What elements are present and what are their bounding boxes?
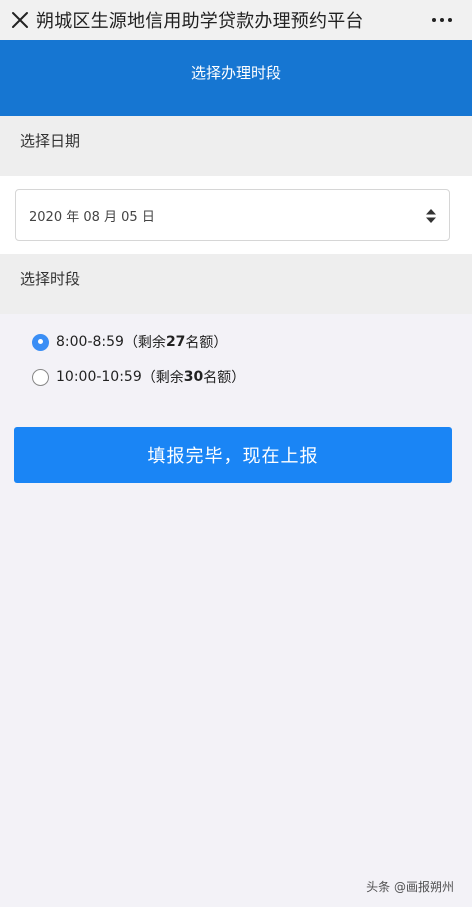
date-select[interactable]: 2020 年 08 月 05 日 — [15, 189, 450, 241]
time-section-label: 选择时段 — [0, 254, 472, 314]
submit-button[interactable]: 填报完毕，现在上报 — [14, 427, 452, 483]
time-slot-count: 30 — [183, 369, 204, 385]
time-slot-time: 8:00-8:59 — [56, 334, 124, 350]
more-dots-icon — [432, 18, 436, 22]
date-section-label: 选择日期 — [0, 116, 472, 176]
close-button[interactable] — [0, 0, 40, 40]
time-slot-count: 27 — [165, 334, 186, 350]
watermark: 头条 @画报朔州 — [366, 880, 454, 894]
page-title: 选择办理时段 — [190, 64, 281, 82]
radio-checked-icon[interactable] — [32, 333, 49, 351]
close-icon — [12, 12, 28, 28]
time-slot-option[interactable]: 8:00-8:59 （剩余 27 名额） — [32, 332, 227, 352]
time-slot-time: 10:00-10:59 — [56, 369, 142, 385]
radio-unchecked-icon[interactable] — [32, 368, 49, 386]
window-title: 朔城区生源地信用助学贷款办理预约平台 — [36, 11, 364, 32]
sort-arrows-icon — [426, 209, 436, 223]
more-button[interactable] — [422, 0, 462, 40]
page-header: 选择办理时段 — [0, 40, 472, 116]
date-field-wrapper: 2020 年 08 月 05 日 — [0, 176, 472, 254]
date-select-value: 2020 年 08 月 05 日 — [29, 209, 155, 225]
top-bar: 朔城区生源地信用助学贷款办理预约平台 — [0, 0, 472, 40]
time-slot-option[interactable]: 10:00-10:59 （剩余 30 名额） — [32, 367, 245, 387]
